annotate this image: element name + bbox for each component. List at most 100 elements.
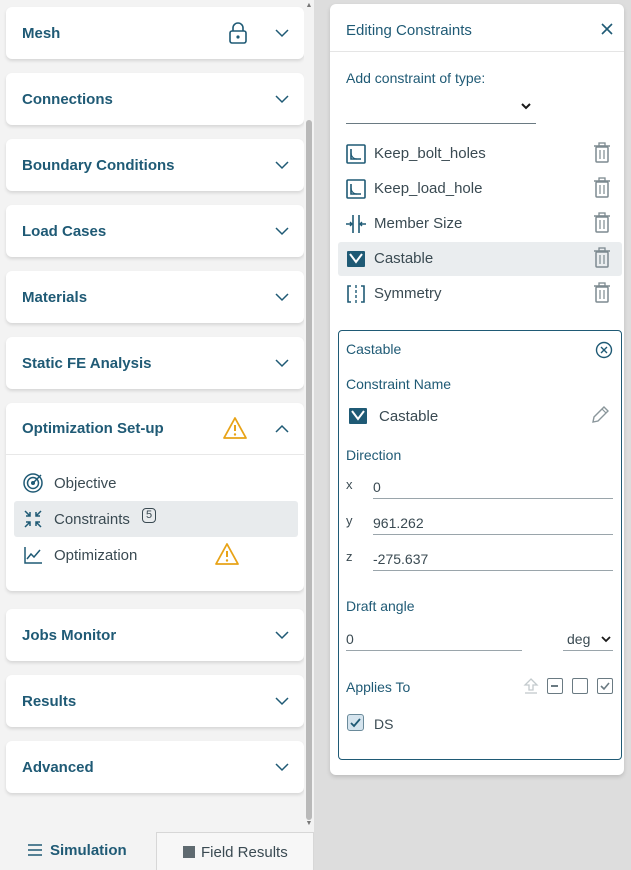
sidebar-item-label: Objective xyxy=(54,474,117,492)
editing-constraints-panel: Editing Constraints Add constraint of ty… xyxy=(330,4,624,775)
menu-icon xyxy=(28,844,42,856)
panel-header: Editing Constraints xyxy=(330,4,624,52)
chart-line-icon xyxy=(24,547,42,564)
ds-checkbox[interactable] xyxy=(347,714,364,731)
constraint-label: Keep_load_hole xyxy=(374,180,483,197)
close-circle-icon[interactable] xyxy=(595,341,613,359)
direction-y-input[interactable]: 961.262 xyxy=(373,511,613,535)
draft-angle-value: 0 xyxy=(346,631,354,647)
close-icon[interactable] xyxy=(600,22,614,36)
section-connections[interactable]: Connections xyxy=(6,73,304,125)
section-header[interactable]: Optimization Set-up xyxy=(6,403,304,455)
chevron-up-icon[interactable] xyxy=(274,421,290,437)
constraint-name-value: Castable xyxy=(379,408,439,425)
section-title: Advanced xyxy=(22,758,94,776)
unit-value: deg xyxy=(567,631,591,647)
section-title: Static FE Analysis xyxy=(22,354,152,372)
checkmark-icon xyxy=(350,718,361,728)
trash-icon[interactable] xyxy=(592,282,612,304)
trash-icon[interactable] xyxy=(592,212,612,234)
constraint-item-keep-bolt-holes[interactable]: Keep_bolt_holes xyxy=(338,137,622,171)
chevron-down-icon[interactable] xyxy=(274,25,290,41)
count-badge: 5 xyxy=(142,508,157,523)
chevron-down-icon[interactable] xyxy=(274,289,290,305)
direction-label: Direction xyxy=(346,447,402,463)
unit-select[interactable]: deg xyxy=(563,627,613,651)
constraint-type-select[interactable] xyxy=(346,94,536,124)
section-optimization-setup: Optimization Set-up Objective Constraint… xyxy=(6,403,304,591)
chevron-down-icon[interactable] xyxy=(274,157,290,173)
sidebar-item-label: Optimization xyxy=(54,546,138,564)
chevron-down-icon[interactable] xyxy=(274,223,290,239)
member-size-icon xyxy=(346,215,366,233)
section-boundary-conditions[interactable]: Boundary Conditions xyxy=(6,139,304,191)
chevron-down-icon[interactable] xyxy=(274,91,290,107)
chevron-down-icon[interactable] xyxy=(274,355,290,371)
simulation-panel: Mesh Connections Boundary Conditions Loa… xyxy=(0,0,314,870)
constraint-item-castable[interactable]: Castable xyxy=(338,242,622,276)
tab-simulation[interactable]: Simulation xyxy=(0,830,156,870)
lock-icon[interactable] xyxy=(228,22,248,44)
section-jobs-monitor[interactable]: Jobs Monitor xyxy=(6,609,304,661)
tab-label: Field Results xyxy=(201,844,288,861)
constraint-label: Keep_bolt_holes xyxy=(374,145,486,162)
x-label: x xyxy=(346,477,353,492)
castable-icon xyxy=(349,408,367,424)
bottom-tabs: Simulation Field Results xyxy=(0,830,314,870)
select-all-icon[interactable] xyxy=(597,678,613,694)
section-materials[interactable]: Materials xyxy=(6,271,304,323)
chevron-down-icon[interactable] xyxy=(274,759,290,775)
section-title: Results xyxy=(22,692,77,710)
trash-icon[interactable] xyxy=(592,177,612,199)
chevron-down-icon[interactable] xyxy=(274,693,290,709)
section-title: Load Cases xyxy=(22,222,107,240)
tab-field-results[interactable]: Field Results xyxy=(156,832,314,870)
scroll-down-arrow[interactable]: ▼ xyxy=(305,820,313,828)
y-value: 961.262 xyxy=(373,515,424,531)
section-mesh[interactable]: Mesh xyxy=(6,7,304,59)
upload-icon[interactable] xyxy=(523,677,539,695)
section-title: Materials xyxy=(22,288,88,306)
draft-angle-input[interactable]: 0 xyxy=(346,627,522,651)
constraint-item-symmetry[interactable]: Symmetry xyxy=(338,277,622,311)
constraint-label: Symmetry xyxy=(374,285,442,302)
select-none-icon[interactable] xyxy=(572,678,588,694)
section-title: Optimization Set-up xyxy=(22,420,164,437)
keep-region-icon xyxy=(346,144,366,164)
deselect-all-icon[interactable] xyxy=(547,678,563,694)
direction-z-input[interactable]: -275.637 xyxy=(373,547,613,571)
tab-label: Simulation xyxy=(50,841,127,859)
sidebar-item-objective[interactable]: Objective xyxy=(14,465,298,501)
x-value: 0 xyxy=(373,479,381,495)
trash-icon[interactable] xyxy=(592,247,612,269)
trash-icon[interactable] xyxy=(592,142,612,164)
section-results[interactable]: Results xyxy=(6,675,304,727)
constraint-label: Member Size xyxy=(374,215,463,232)
symmetry-icon xyxy=(347,285,365,303)
direction-x-input[interactable]: 0 xyxy=(373,475,613,499)
section-load-cases[interactable]: Load Cases xyxy=(6,205,304,257)
draft-angle-label: Draft angle xyxy=(346,598,415,614)
field-results-icon xyxy=(183,846,195,858)
constraint-item-keep-load-hole[interactable]: Keep_load_hole xyxy=(338,172,622,206)
sidebar-item-optimization[interactable]: Optimization xyxy=(14,537,298,573)
sidebar-item-constraints[interactable]: Constraints 5 xyxy=(14,501,298,537)
constraint-item-member-size[interactable]: Member Size xyxy=(338,207,622,241)
constraint-detail-panel: Castable Constraint Name Castable Direct… xyxy=(338,330,622,760)
section-title: Connections xyxy=(22,90,113,108)
chevron-down-icon[interactable] xyxy=(274,627,290,643)
section-title: Boundary Conditions xyxy=(22,156,175,174)
pencil-icon[interactable] xyxy=(589,404,611,426)
section-advanced[interactable]: Advanced xyxy=(6,741,304,793)
constraint-label: Castable xyxy=(374,250,434,267)
y-label: y xyxy=(346,513,353,528)
z-label: z xyxy=(346,549,353,564)
castable-icon xyxy=(347,251,365,267)
section-static-fe-analysis[interactable]: Static FE Analysis xyxy=(6,337,304,389)
scrollbar-thumb[interactable] xyxy=(306,120,312,820)
chevron-down-icon xyxy=(601,636,611,643)
scroll-up-arrow[interactable]: ▲ xyxy=(305,2,313,10)
keep-region-icon xyxy=(346,179,366,199)
section-title: Jobs Monitor xyxy=(22,626,117,644)
warning-icon xyxy=(223,417,247,439)
